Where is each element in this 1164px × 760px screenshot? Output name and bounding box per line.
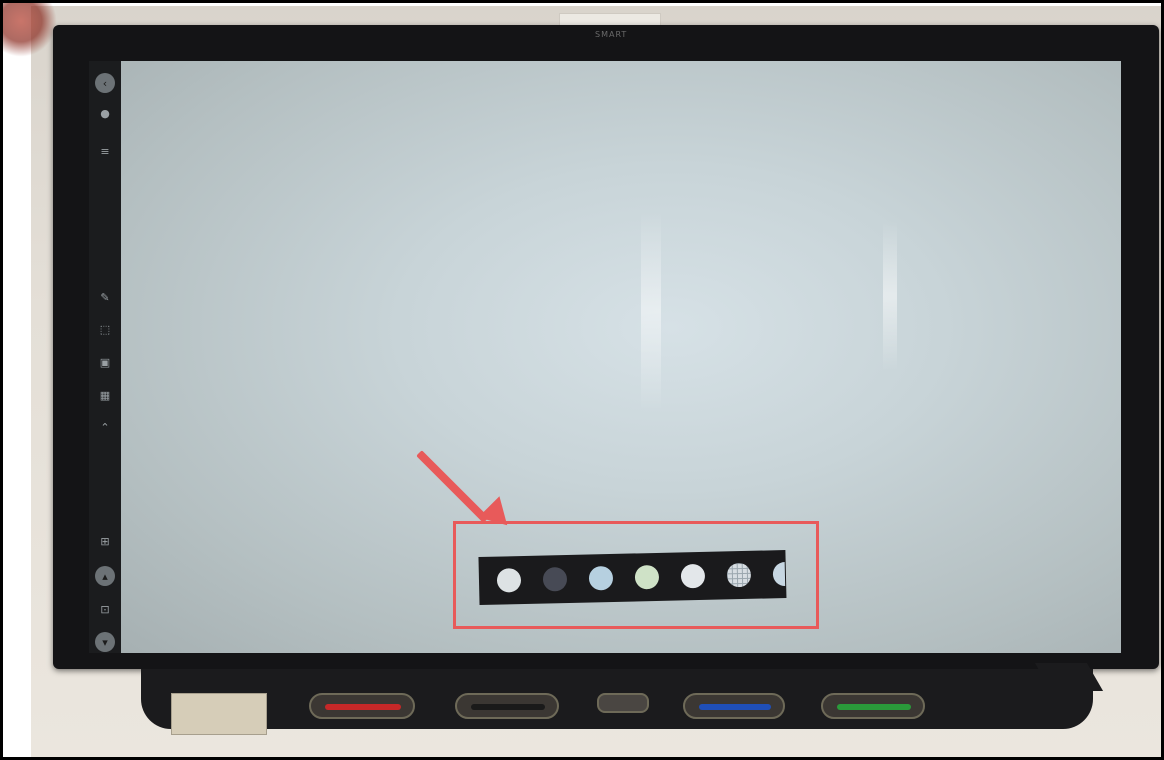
highlight-box (453, 521, 819, 629)
grid-icon[interactable]: ▦ (95, 385, 115, 405)
down-circle-icon[interactable]: ▾ (95, 632, 115, 652)
photo-frame: SMART ‹ ● ≡ ✎ ⬚ ▣ ▦ ⌃ ⊞ ▴ ⊡ ▾ (0, 0, 1164, 760)
tray-button[interactable] (597, 693, 649, 713)
light-reflection (883, 221, 897, 371)
brand-logo: SMART (595, 30, 628, 39)
up-circle-icon[interactable]: ▴ (95, 566, 115, 586)
select-rectangle-icon[interactable]: ⬚ (95, 319, 115, 339)
menu-badge-icon[interactable]: ≡ (95, 141, 115, 161)
pen-slot-green[interactable] (821, 693, 925, 719)
pen-slot-black[interactable] (455, 693, 559, 719)
chevron-icon[interactable]: ⌃ (95, 417, 115, 437)
eraser[interactable] (171, 693, 267, 735)
add-page-icon[interactable]: ⊞ (95, 531, 115, 551)
pen-slot-red[interactable] (309, 693, 415, 719)
new-page-icon[interactable]: ⊡ (95, 599, 115, 619)
black-pen[interactable] (471, 704, 545, 710)
screen-capture-icon[interactable]: ▣ (95, 352, 115, 372)
blue-pen[interactable] (699, 704, 771, 710)
back-icon[interactable]: ‹ (95, 73, 115, 93)
bell-icon[interactable]: ● (95, 103, 115, 123)
light-reflection (641, 211, 661, 411)
green-pen[interactable] (837, 704, 911, 710)
red-pen[interactable] (325, 704, 401, 710)
pen-slot-blue[interactable] (683, 693, 785, 719)
pen-icon[interactable]: ✎ (95, 287, 115, 307)
